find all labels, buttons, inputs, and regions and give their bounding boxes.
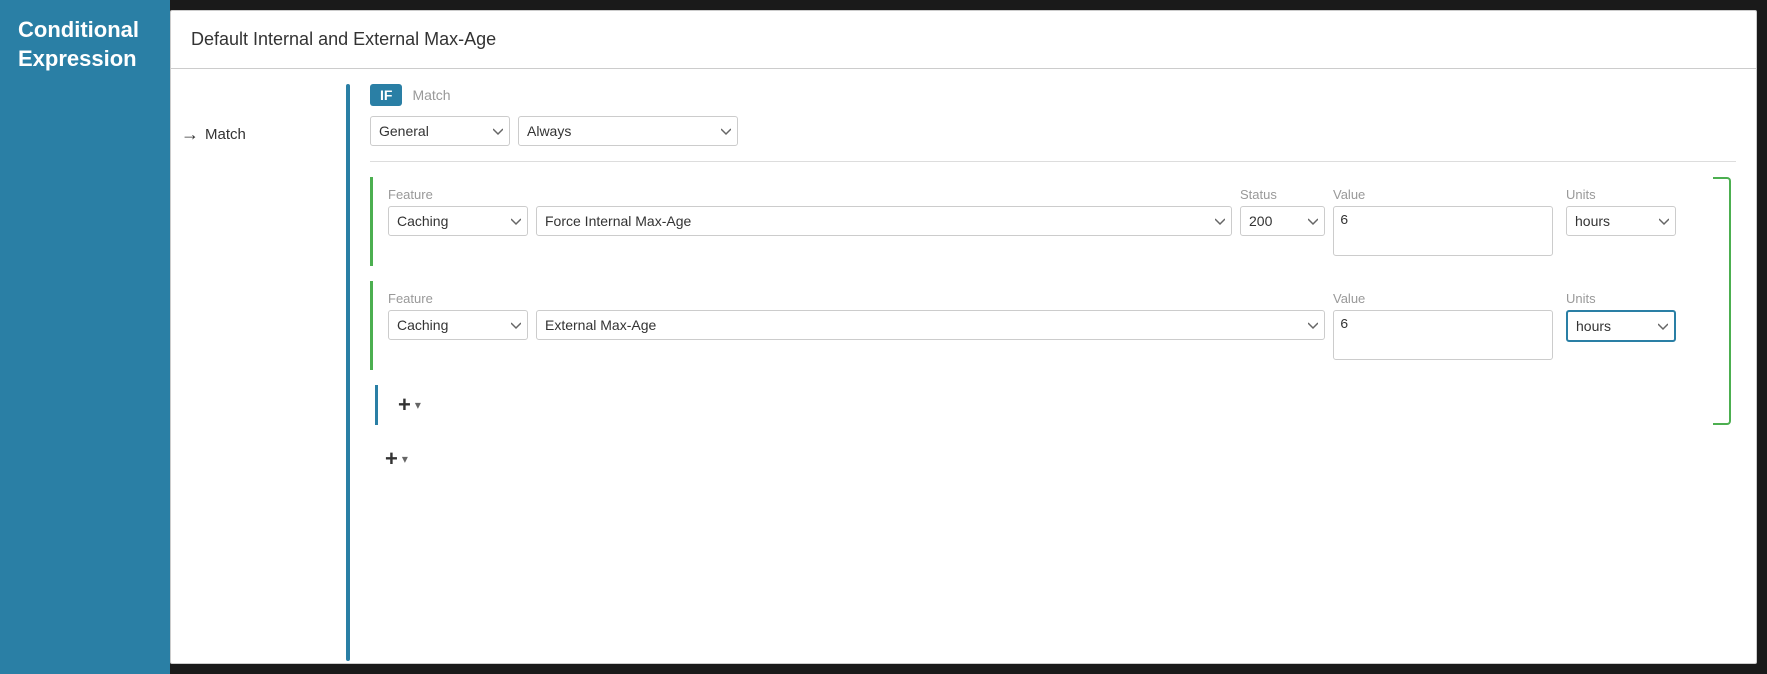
feature-label-1: Feature [388,187,528,202]
add-feature-section: + ▾ [370,385,1696,425]
if-header: IF Match [370,84,1736,106]
match-outer-label: → Match [181,124,246,145]
value-label-1: Value [1333,187,1558,202]
title-bar: Default Internal and External Max-Age [171,11,1756,69]
vert-line-add [375,385,378,425]
feature-label-2: Feature [388,291,528,306]
value-label-2: Value [1333,291,1558,306]
if-match-label: Match [412,87,450,103]
units-label-1: Units [1566,187,1681,202]
add-chevron-icon: ▾ [415,398,421,412]
feature-block-1-labels: Feature Status Value Units [388,187,1681,206]
value-input-2[interactable]: 6 [1333,310,1553,360]
match-selects-row: General Always [370,116,1736,162]
rule-title: Default Internal and External Max-Age [191,29,496,49]
inner-section: IF Match General Always [346,69,1756,661]
add-rule-section: + ▾ [370,440,1736,478]
left-labels: → Match [171,124,346,145]
feature-block-2-inputs: Caching External Max-Age 6 hours [388,310,1681,360]
value-input-1[interactable]: 6 [1333,206,1553,256]
match-label: Match [205,126,246,143]
feature-label-1-empty [536,187,1232,202]
right-content: IF Match General Always [370,84,1756,661]
feature-select-2[interactable]: External Max-Age [536,310,1325,340]
arrow-icon: → [181,124,199,145]
feature-block-2-labels: Feature Value Units [388,291,1681,310]
add-plus-icon: + [398,392,411,418]
feature-block-1: Feature Status Value Units Caching [370,177,1696,266]
feature-block-1-inputs: Caching Force Internal Max-Age 200 6 [388,206,1681,256]
sidebar-conditional-expression: Conditional Expression [0,0,170,674]
feature-label-2-empty [536,291,1325,306]
main-panel: Default Internal and External Max-Age → … [170,10,1757,664]
feature-select-1[interactable]: Force Internal Max-Age [536,206,1232,236]
status-label-1: Status [1240,187,1325,202]
add-rule-plus-icon: + [385,446,398,472]
general-select[interactable]: General [370,116,510,146]
units-select-2[interactable]: hours [1566,310,1676,342]
always-select[interactable]: Always [518,116,738,146]
if-badge: IF [370,84,402,106]
status-select-1[interactable]: 200 [1240,206,1325,236]
caching-select-2[interactable]: Caching [388,310,528,340]
feature-block-2: Feature Value Units Caching [370,281,1696,370]
add-rule-chevron-icon: ▾ [402,452,408,466]
caching-select-1[interactable]: Caching [388,206,528,236]
blue-line [346,84,350,661]
units-label-2: Units [1566,291,1681,306]
add-rule-button[interactable]: + ▾ [375,440,418,478]
add-feature-button[interactable]: + ▾ [388,386,431,424]
features-bracket [1713,177,1731,425]
units-select-1[interactable]: hours [1566,206,1676,236]
